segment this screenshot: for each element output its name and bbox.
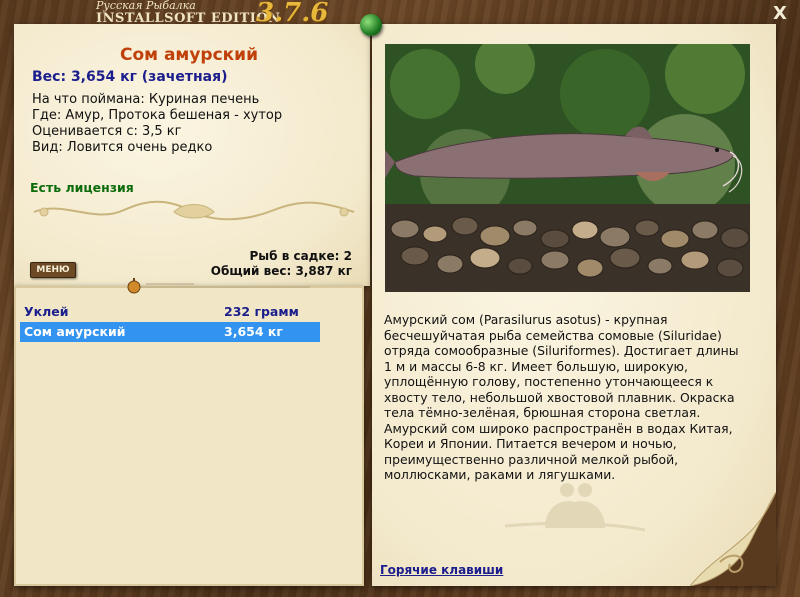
fisherman-watermark-icon bbox=[505, 483, 645, 532]
ornament-divider-icon bbox=[33, 200, 355, 221]
keepnet-count: Рыб в садке: 2 bbox=[249, 249, 353, 263]
menu-button[interactable]: МЕНЮ bbox=[30, 262, 76, 278]
catch-weight: 232 грамм bbox=[224, 304, 299, 319]
logo-title-line1: Русская Рыбалка bbox=[96, 0, 196, 12]
catch-weight: 3,654 кг bbox=[224, 324, 283, 339]
rarity-info: Вид: Ловится очень редко bbox=[32, 140, 213, 155]
green-pin-icon bbox=[360, 14, 382, 36]
catch-name: Уклей bbox=[24, 304, 69, 319]
fishing-float-icon bbox=[127, 278, 310, 294]
fish-name: Сом амурский bbox=[119, 45, 259, 65]
catch-name: Сом амурский bbox=[24, 324, 126, 339]
license-status: Есть лицензия bbox=[30, 180, 134, 195]
list-item[interactable]: Уклей 232 грамм bbox=[20, 302, 320, 322]
bait-info: На что поймана: Куриная печень bbox=[32, 92, 260, 107]
list-item-selected[interactable]: Сом амурский 3,654 кг bbox=[20, 322, 320, 342]
keepnet-total-weight: Общий вес: 3,887 кг bbox=[210, 264, 352, 278]
fish-weight: Вес: 3,654 кг (зачетная) bbox=[32, 69, 228, 85]
place-info: Где: Амур, Протока бешеная - хутор bbox=[32, 108, 283, 123]
fish-description: Амурский сом (Parasilurus asotus) - круп… bbox=[384, 312, 739, 482]
version-label: 3.7.6 bbox=[256, 0, 329, 28]
app-logo: Русская Рыбалка INSTALLSOFT EDITION 3.7.… bbox=[96, 0, 328, 26]
close-button[interactable]: X bbox=[770, 4, 790, 24]
hotkeys-link[interactable]: Горячие клавиши bbox=[380, 563, 503, 577]
price-info: Оценивается с: 3,5 кг bbox=[32, 124, 182, 139]
fish-photo bbox=[385, 44, 750, 292]
page-curl-icon bbox=[690, 492, 776, 586]
